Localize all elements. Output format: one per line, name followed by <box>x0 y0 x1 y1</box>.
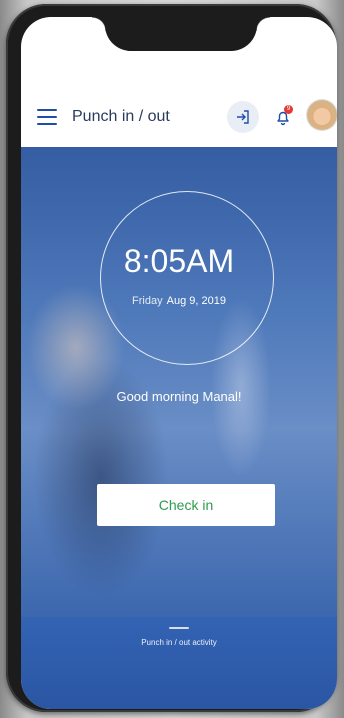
activity-drawer[interactable]: Punch in / out activity <box>21 617 337 709</box>
hero-background: 8:05AM Friday Aug 9, 2019 Good morning Ma… <box>21 147 337 617</box>
notifications-button[interactable]: 9 <box>267 101 299 133</box>
menu-icon[interactable] <box>37 109 57 125</box>
current-time: 8:05AM <box>123 243 235 279</box>
date-value: Aug 9, 2019 <box>166 295 226 307</box>
notification-badge: 9 <box>284 105 293 114</box>
avatar[interactable] <box>307 100 337 130</box>
exit-icon <box>237 110 249 124</box>
phone-notch <box>92 17 270 51</box>
activity-link[interactable]: Punch in / out activity <box>21 638 337 647</box>
user-name: Manal! <box>202 389 242 404</box>
greeting: Good morning Manal! <box>21 389 337 404</box>
check-in-button[interactable]: Check in <box>97 484 275 526</box>
current-date: Friday Aug 9, 2019 <box>21 295 337 307</box>
exit-button[interactable] <box>227 101 259 133</box>
greeting-text: Good morning <box>116 389 199 404</box>
app-screen: Punch in / out 9 8:05AM Friday Aug 9, 20… <box>21 17 337 709</box>
page-title: Punch in / out <box>72 108 170 125</box>
weekday: Friday <box>132 295 163 307</box>
app-header: Punch in / out 9 <box>21 89 337 147</box>
phone-frame: Punch in / out 9 8:05AM Friday Aug 9, 20… <box>6 4 337 712</box>
drawer-handle[interactable] <box>169 627 189 629</box>
